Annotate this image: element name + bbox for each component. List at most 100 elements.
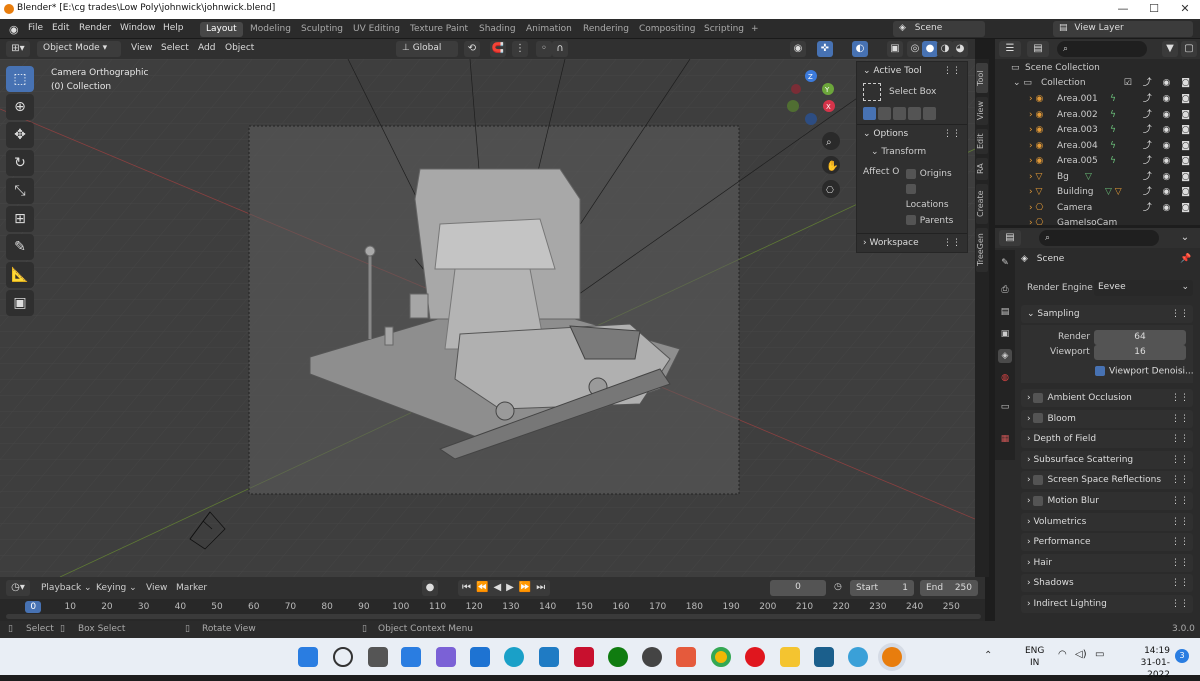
outliner-item-building[interactable]: › ▽ Building ▽ ▽ ⤴ ◉ ◙ bbox=[995, 185, 1200, 201]
task-view-icon[interactable] bbox=[368, 647, 388, 667]
drag-handle-icon[interactable]: ⋮⋮ bbox=[1171, 554, 1189, 572]
mode-subtract-icon[interactable] bbox=[893, 107, 906, 120]
affect-parents-checkbox[interactable]: Parents bbox=[905, 214, 961, 230]
3d-viewport[interactable]: Z Y X ⌕ ✋ ⎔ bbox=[0, 59, 975, 577]
clock[interactable]: 14:19 31-01-2022 bbox=[1118, 645, 1170, 681]
visibility-icons[interactable]: ⤴ ◉ ◙ bbox=[1143, 154, 1194, 169]
neg-z-axis-gizmo[interactable] bbox=[805, 113, 817, 125]
visibility-icons[interactable]: ⤴ ◉ ◙ bbox=[1143, 123, 1194, 138]
xray-toggle-icon[interactable]: ▣ bbox=[887, 41, 903, 57]
outliner-item-area002[interactable]: › ◉ Area.002 ϟ ⤴ ◉ ◙ bbox=[995, 108, 1200, 124]
drag-handle-icon[interactable]: ⋮⋮ bbox=[1171, 410, 1189, 428]
chrome-icon[interactable] bbox=[711, 647, 731, 667]
workspace-header[interactable]: › Workspace ⋮⋮ bbox=[863, 238, 961, 248]
app-red-icon[interactable] bbox=[676, 647, 696, 667]
transform-tool-icon[interactable]: ⊞ bbox=[6, 206, 34, 232]
view-layer-selector[interactable]: ▤ View Layer bbox=[1053, 21, 1193, 37]
texture-tab-icon[interactable]: ▦ bbox=[998, 432, 1012, 446]
edge-icon[interactable] bbox=[504, 647, 524, 667]
end-frame-field[interactable]: End 250 bbox=[920, 580, 978, 596]
material-shading-icon[interactable]: ◑ bbox=[937, 41, 953, 57]
affect-origins-checkbox[interactable]: Origins bbox=[905, 167, 961, 183]
neg-x-axis-gizmo[interactable] bbox=[791, 84, 801, 94]
display-mode-icon[interactable]: ▤ bbox=[1027, 41, 1049, 57]
tab-tool[interactable]: Tool bbox=[976, 63, 988, 93]
solid-shading-icon[interactable]: ● bbox=[922, 41, 938, 57]
mail-icon[interactable] bbox=[470, 647, 490, 667]
section-performance[interactable]: › Performance ⋮⋮ bbox=[1021, 533, 1193, 552]
move-tool-icon[interactable]: ✥ bbox=[6, 122, 34, 148]
search-taskbar-icon[interactable] bbox=[333, 647, 353, 667]
workspace-tab-layout[interactable]: Layout bbox=[200, 22, 243, 37]
properties-editor-type-icon[interactable]: ▤ bbox=[999, 230, 1021, 246]
visibility-icons[interactable]: ⤴ ◉ ◙ bbox=[1143, 108, 1194, 123]
editor-type-icon[interactable]: ⊞▾ bbox=[6, 41, 30, 57]
section-checkbox[interactable] bbox=[1033, 495, 1044, 506]
section-indirect-lighting[interactable]: › Indirect Lighting ⋮⋮ bbox=[1021, 595, 1193, 613]
rendered-shading-icon[interactable]: ◕ bbox=[952, 41, 968, 57]
pin-icon[interactable]: 📌 bbox=[1180, 254, 1191, 264]
visibility-icons[interactable]: ⤴ ◉ ◙ bbox=[1143, 92, 1194, 107]
app-l-icon[interactable] bbox=[539, 647, 559, 667]
overlay-toggle-icon[interactable]: ◐ bbox=[852, 41, 868, 57]
section-bloom[interactable]: › Bloom ⋮⋮ bbox=[1021, 409, 1193, 428]
widgets-icon[interactable] bbox=[401, 647, 421, 667]
output-tab-icon[interactable]: ▤ bbox=[998, 305, 1012, 319]
section-subsurface-scattering[interactable]: › Subsurface Scattering ⋮⋮ bbox=[1021, 450, 1193, 469]
viewport-samples-field[interactable]: 16 bbox=[1094, 345, 1186, 360]
scale-tool-icon[interactable]: ⤡ bbox=[6, 178, 34, 204]
volume-icon[interactable]: ◁) bbox=[1075, 649, 1087, 660]
notification-badge[interactable]: 3 bbox=[1175, 649, 1189, 663]
clock-icon[interactable]: ◷ bbox=[834, 582, 842, 592]
playback-controls[interactable]: ⏮⏪◀▶⏩⏭ bbox=[458, 580, 550, 596]
active-tool-header[interactable]: ⌄ Active Tool ⋮⋮ bbox=[863, 66, 961, 76]
tray-chevron-icon[interactable]: ⌃ bbox=[984, 650, 992, 661]
render-engine-dropdown[interactable]: Eevee ⌄ bbox=[1094, 280, 1193, 296]
xbox-icon[interactable] bbox=[608, 647, 628, 667]
scene-tab-icon[interactable]: ◈ bbox=[998, 349, 1012, 363]
select-box-tool-icon[interactable]: ⬚ bbox=[6, 66, 34, 92]
visibility-icons[interactable]: ⤴ ◉ ◙ bbox=[1143, 185, 1194, 200]
pivot-point-icon[interactable]: ⟲ bbox=[464, 41, 480, 57]
options-header[interactable]: ⌄ Options ⋮⋮ bbox=[863, 129, 961, 139]
tab-create[interactable]: Create bbox=[976, 184, 988, 224]
battery-icon[interactable]: ▭ bbox=[1095, 649, 1104, 660]
playback-menu[interactable]: Playback ⌄ bbox=[41, 583, 92, 593]
visibility-icon[interactable]: ◉ bbox=[790, 41, 806, 57]
falloff-icon[interactable]: ∩ bbox=[552, 41, 568, 57]
measure-tool-icon[interactable]: 📐 bbox=[6, 262, 34, 288]
workspace-tab-scripting[interactable]: Scripting bbox=[698, 22, 750, 37]
drag-handle-icon[interactable]: ⋮⋮ bbox=[1171, 471, 1189, 489]
properties-search-input[interactable]: ⌕ bbox=[1039, 230, 1159, 246]
drag-handle-icon[interactable]: ⋮⋮ bbox=[1171, 451, 1189, 469]
menu-window[interactable]: Window bbox=[120, 23, 156, 33]
menu-edit[interactable]: Edit bbox=[52, 23, 69, 33]
browser-icon[interactable] bbox=[848, 647, 868, 667]
section-shadows[interactable]: › Shadows ⋮⋮ bbox=[1021, 574, 1193, 593]
outliner-search-input[interactable]: ⌕ bbox=[1057, 41, 1147, 57]
section-ambient-occlusion[interactable]: › Ambient Occlusion ⋮⋮ bbox=[1021, 389, 1193, 407]
workspace-tab-rendering[interactable]: Rendering bbox=[577, 22, 635, 37]
view-controls[interactable]: ⌕ ✋ ⎔ bbox=[822, 132, 840, 198]
workspace-tab-uv-editing[interactable]: UV Editing bbox=[347, 22, 406, 37]
select-menu[interactable]: Select bbox=[161, 43, 189, 53]
sampling-section-header[interactable]: ⌄ Sampling ⋮⋮ bbox=[1021, 305, 1193, 323]
record-icon[interactable]: ● bbox=[422, 580, 438, 596]
outliner-item-area004[interactable]: › ◉ Area.004 ϟ ⤴ ◉ ◙ bbox=[995, 139, 1200, 155]
drag-handle-icon[interactable]: ⋮⋮ bbox=[1171, 430, 1189, 448]
section-checkbox[interactable] bbox=[1033, 474, 1044, 485]
menu-file[interactable]: File bbox=[28, 23, 43, 33]
visibility-icons[interactable]: ⤴ ◉ ◙ bbox=[1143, 139, 1194, 154]
section-checkbox[interactable] bbox=[1033, 392, 1044, 403]
scene-collection-row[interactable]: ▭ Scene Collection bbox=[995, 61, 1200, 77]
mode-invert-icon[interactable] bbox=[908, 107, 921, 120]
collection-row[interactable]: ⌄ ▭ Collection ☑ ⤴ ◉ ◙ bbox=[995, 76, 1200, 92]
snap-icon[interactable]: 🧲 bbox=[490, 41, 506, 57]
language-indicator[interactable]: ENG IN bbox=[1025, 645, 1044, 669]
neg-y-axis-gizmo[interactable] bbox=[787, 100, 799, 112]
outliner-item-bg[interactable]: › ▽ Bg ▽ ⤴ ◉ ◙ bbox=[995, 170, 1200, 186]
timeline-ruler[interactable]: 0 10 20 30 40 50 60 70 80 90 100 110 120 130 140 150 160… bbox=[0, 599, 985, 621]
blender-taskbar-icon[interactable] bbox=[882, 647, 902, 667]
drag-handle-icon[interactable]: ⋮⋮ bbox=[1171, 574, 1189, 592]
workspace-tab-compositing[interactable]: Compositing bbox=[633, 22, 701, 37]
